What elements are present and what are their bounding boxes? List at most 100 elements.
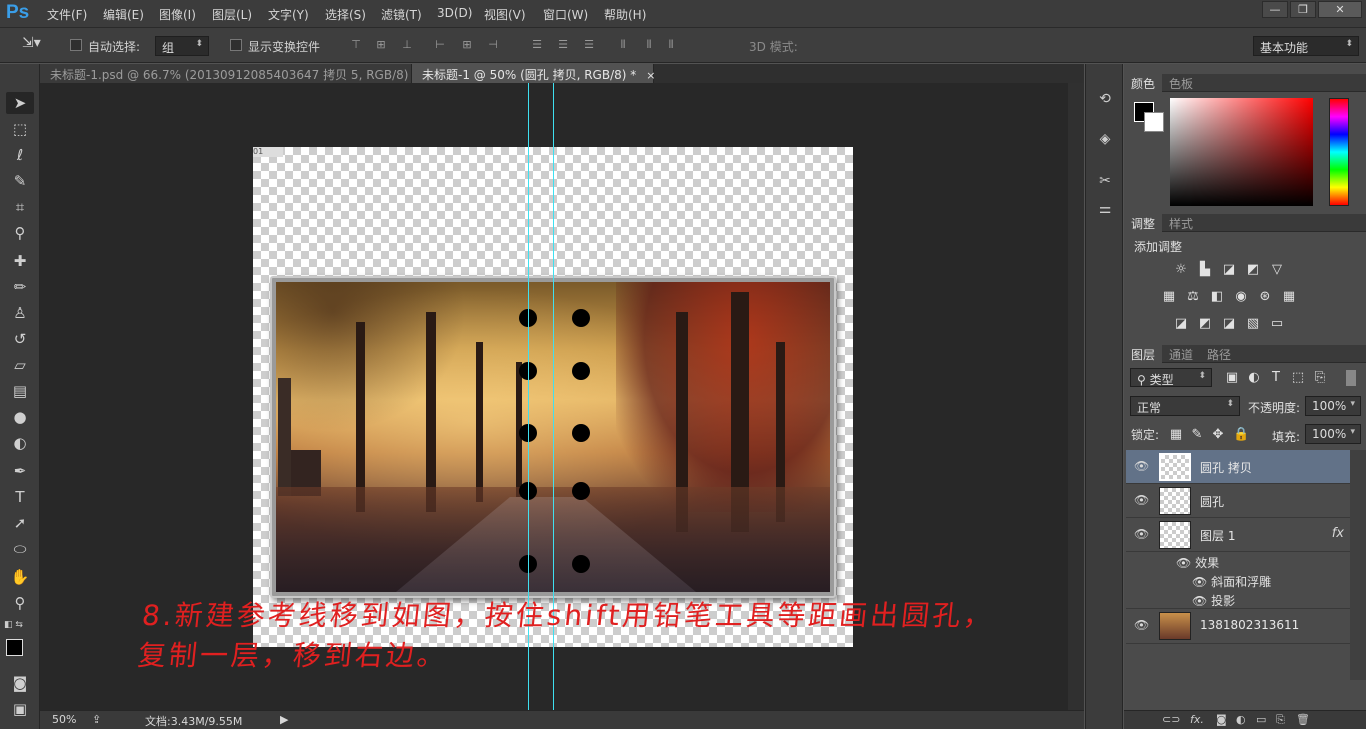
align-bottom-icon[interactable]: ⊥ [400, 38, 414, 52]
tab-paths[interactable]: 路径 [1200, 345, 1238, 363]
invert-icon[interactable]: ◪ [1173, 316, 1189, 332]
lock-all-icon[interactable]: 🔒 [1233, 427, 1249, 443]
layer-row[interactable]: 👁 图层 1 fx [1126, 518, 1350, 552]
align-right-icon[interactable]: ⊣ [486, 38, 500, 52]
distribute-hcenter-icon[interactable]: ⫴ [642, 38, 656, 52]
zoom-tool-icon[interactable]: ⚲ [6, 592, 34, 614]
hand-tool-icon[interactable]: ✋ [6, 566, 34, 588]
visibility-eye-icon[interactable]: 👁 [1192, 575, 1207, 589]
new-group-icon[interactable]: ▭ [1256, 713, 1266, 726]
threshold-icon[interactable]: ◪ [1221, 316, 1237, 332]
filter-shape-icon[interactable]: ⬚ [1290, 370, 1306, 386]
distribute-right-icon[interactable]: ⫴ [664, 38, 678, 52]
share-icon[interactable]: ⇪ [92, 713, 101, 726]
tab-channels[interactable]: 通道 [1162, 345, 1200, 363]
tab-layers[interactable]: 图层 [1124, 345, 1163, 363]
history-panel-icon[interactable]: ⟲ [1094, 88, 1116, 110]
layer-row[interactable]: 👁 1381802313611 [1126, 608, 1350, 644]
foreground-color-swatch[interactable] [6, 639, 23, 656]
marquee-tool-icon[interactable]: ⬚ [6, 118, 34, 140]
black-white-icon[interactable]: ◧ [1209, 289, 1225, 305]
menu-help[interactable]: 帮助(H) [604, 6, 646, 23]
hue-saturation-icon[interactable]: ▦ [1161, 289, 1177, 305]
tab-color[interactable]: 颜色 [1124, 74, 1163, 92]
minimize-button[interactable]: — [1262, 1, 1288, 18]
close-icon[interactable]: × [646, 69, 655, 82]
blend-mode-dropdown[interactable]: 正常 ⬍ [1130, 396, 1240, 416]
distribute-vcenter-icon[interactable]: ☰ [556, 38, 570, 52]
gradient-tool-icon[interactable]: ▤ [6, 380, 34, 402]
opacity-input[interactable]: 100% ▾ [1305, 396, 1361, 416]
menu-layer[interactable]: 图层(L) [212, 6, 252, 23]
layer-row[interactable]: 👁 圆孔 [1126, 484, 1350, 518]
quick-select-tool-icon[interactable]: ✎ [6, 170, 34, 192]
status-menu-arrow-icon[interactable]: ▶ [280, 713, 288, 726]
tool-presets-icon[interactable]: ⚌ [1094, 198, 1116, 220]
doc-tab-2[interactable]: 未标题-1 @ 50% (圆孔 拷贝, RGB/8) * × [412, 64, 655, 83]
visibility-eye-icon[interactable]: 👁 [1134, 527, 1149, 541]
color-picker-field[interactable] [1170, 98, 1313, 206]
add-style-icon[interactable]: fx. [1190, 713, 1204, 726]
layers-scrollbar[interactable] [1350, 450, 1366, 680]
path-select-tool-icon[interactable]: ➚ [6, 512, 34, 534]
menu-filter[interactable]: 滤镜(T) [381, 6, 422, 23]
move-tool-preset-icon[interactable]: ⇲▾ [22, 35, 41, 51]
channel-mixer-icon[interactable]: ⊛ [1257, 289, 1273, 305]
effects-row[interactable]: 👁 效果 [1176, 554, 1219, 571]
filter-smart-icon[interactable]: ⎘ [1312, 370, 1328, 386]
distribute-bottom-icon[interactable]: ☰ [582, 38, 596, 52]
distribute-left-icon[interactable]: ⫴ [616, 38, 630, 52]
lasso-tool-icon[interactable]: ℓ [6, 144, 34, 166]
dodge-tool-icon[interactable]: ◐ [6, 432, 34, 454]
layer-row[interactable]: 👁 圆孔 拷贝 [1126, 450, 1350, 484]
color-lookup-icon[interactable]: ▦ [1281, 289, 1297, 305]
eyedropper-tool-icon[interactable]: ⚲ [6, 222, 34, 244]
crop-tool-icon[interactable]: ⌗ [6, 196, 34, 218]
tab-styles[interactable]: 样式 [1162, 214, 1200, 232]
new-layer-icon[interactable]: ⎘ [1276, 713, 1285, 727]
restore-button[interactable]: ❐ [1290, 1, 1316, 18]
hue-slider[interactable] [1329, 98, 1349, 206]
lock-position-icon[interactable]: ✥ [1210, 427, 1226, 443]
default-colors-icon[interactable]: ◧ ⇆ [4, 620, 23, 630]
exposure-icon[interactable]: ◩ [1245, 262, 1261, 278]
brush-presets-icon[interactable]: ✂ [1094, 170, 1116, 192]
healing-brush-tool-icon[interactable]: ✚ [6, 250, 34, 272]
type-tool-icon[interactable]: T [6, 486, 34, 508]
brightness-icon[interactable]: ☼ [1173, 262, 1189, 278]
distribute-top-icon[interactable]: ☰ [530, 38, 544, 52]
filter-type-icon[interactable]: T [1268, 370, 1284, 386]
effect-item[interactable]: 👁 投影 [1192, 592, 1235, 609]
align-left-icon[interactable]: ⊢ [433, 38, 447, 52]
auto-select-checkbox[interactable] [70, 39, 82, 51]
photo-filter-icon[interactable]: ◉ [1233, 289, 1249, 305]
menu-window[interactable]: 窗口(W) [543, 6, 588, 23]
zoom-level[interactable]: 50% [52, 713, 76, 726]
move-tool-icon[interactable]: ➤ [6, 92, 34, 114]
eraser-tool-icon[interactable]: ▱ [6, 354, 34, 376]
effect-item[interactable]: 👁 斜面和浮雕 [1192, 573, 1271, 590]
fill-input[interactable]: 100% ▾ [1305, 424, 1361, 444]
visibility-eye-icon[interactable]: 👁 [1134, 493, 1149, 507]
menu-select[interactable]: 选择(S) [325, 6, 366, 23]
menu-edit[interactable]: 编辑(E) [103, 6, 144, 23]
visibility-eye-icon[interactable]: 👁 [1176, 556, 1191, 570]
menu-3d[interactable]: 3D(D) [437, 6, 472, 20]
menu-file[interactable]: 文件(F) [47, 6, 87, 23]
menu-type[interactable]: 文字(Y) [268, 6, 309, 23]
doc-tab-1[interactable]: 未标题-1.psd @ 66.7% (20130912085403647 拷贝 … [40, 64, 437, 83]
menu-image[interactable]: 图像(I) [159, 6, 196, 23]
add-mask-icon[interactable]: ◙ [1216, 713, 1227, 726]
visibility-eye-icon[interactable]: 👁 [1134, 618, 1149, 632]
levels-icon[interactable]: ▙ [1197, 262, 1213, 278]
auto-select-dropdown[interactable]: 组 ⬍ [155, 36, 209, 56]
lock-transparent-icon[interactable]: ▦ [1168, 427, 1184, 443]
menu-view[interactable]: 视图(V) [484, 6, 526, 23]
delete-layer-icon[interactable]: 🗑 [1296, 713, 1310, 726]
filter-toggle[interactable] [1346, 370, 1356, 386]
brush-tool-icon[interactable]: ✏ [6, 276, 34, 298]
quick-mask-icon[interactable]: ◙ [6, 672, 34, 694]
pen-tool-icon[interactable]: ✒ [6, 460, 34, 482]
filter-pixel-icon[interactable]: ▣ [1224, 370, 1240, 386]
align-vcenter-icon[interactable]: ⊞ [374, 38, 388, 52]
